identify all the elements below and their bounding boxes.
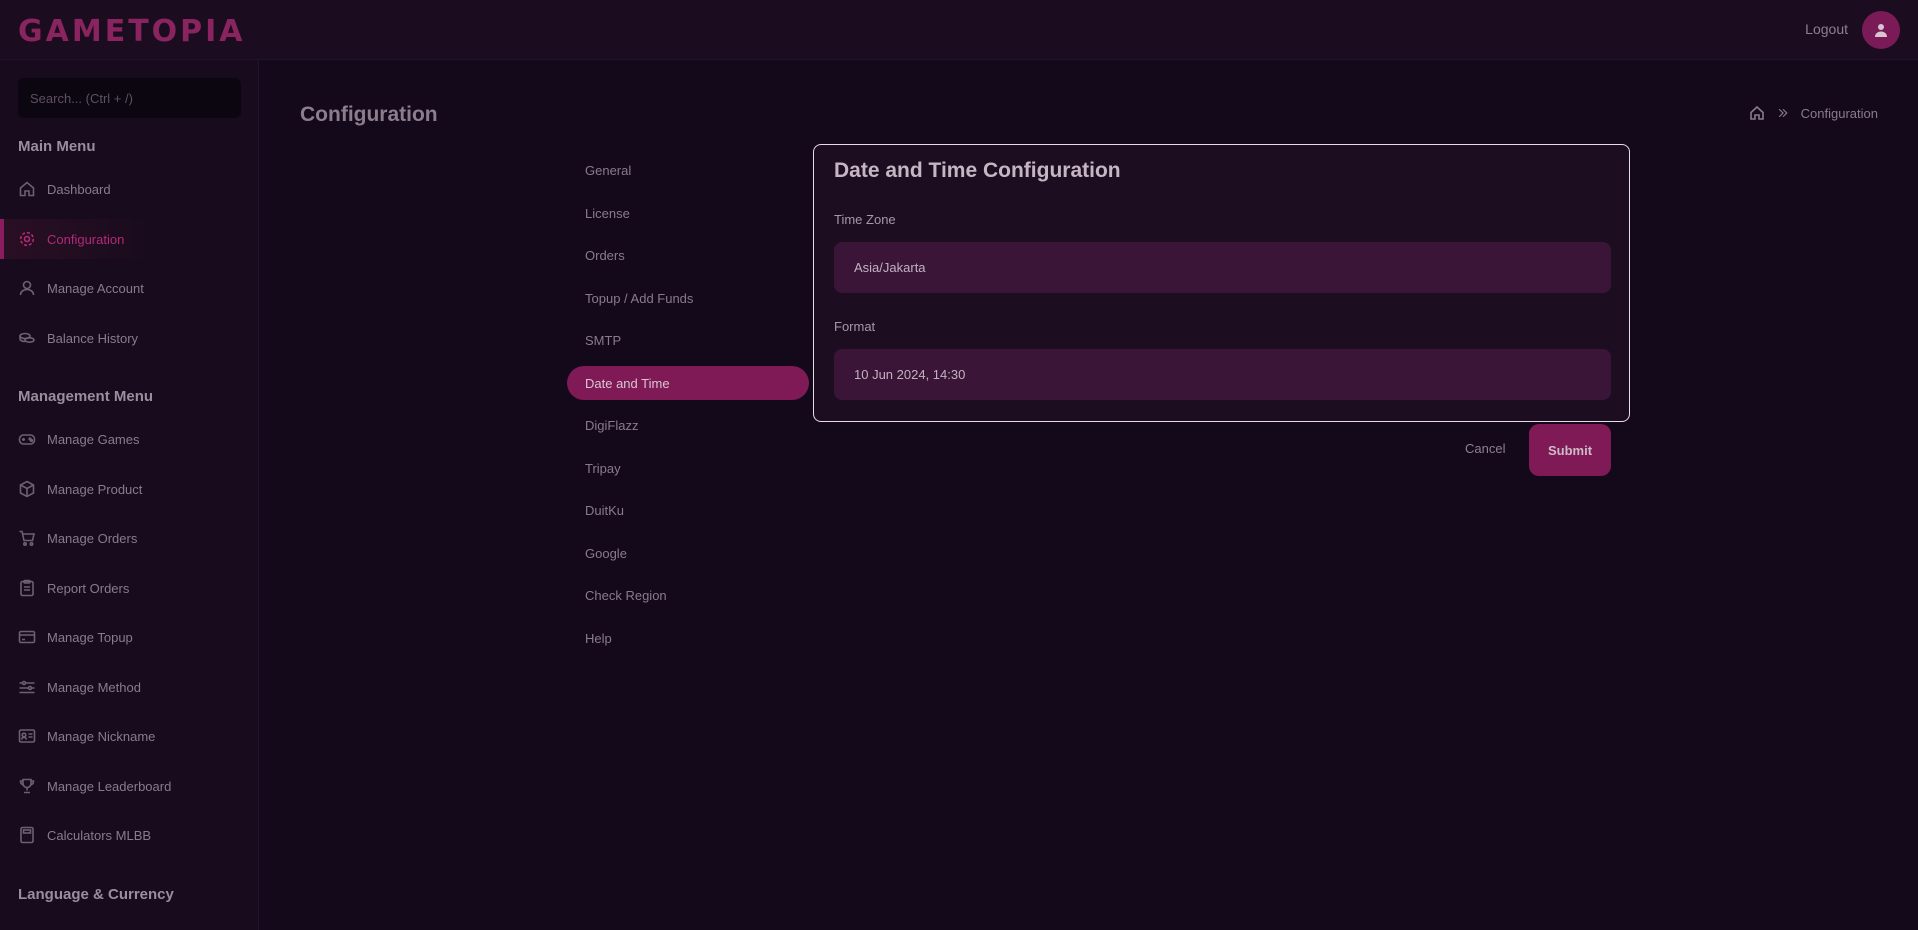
id-card-icon [18, 727, 36, 745]
coins-icon [18, 329, 36, 347]
format-select[interactable]: 10 Jun 2024, 14:30 [834, 349, 1611, 400]
sidebar: Search... (Ctrl + /) Main Menu Dashboard… [0, 60, 259, 930]
config-menu-smtp[interactable]: SMTP [567, 323, 809, 357]
sidebar-item-calculators-mlbb[interactable]: Calculators MLBB [0, 815, 258, 855]
sidebar-item-dashboard[interactable]: Dashboard [0, 169, 258, 209]
sidebar-item-manage-leaderboard[interactable]: Manage Leaderboard [0, 766, 258, 806]
config-menu-check-region[interactable]: Check Region [567, 578, 809, 612]
card-title: Date and Time Configuration [834, 159, 1121, 182]
config-menu-date-and-time[interactable]: Date and Time [567, 366, 809, 400]
language-currency-title: Language & Currency [18, 886, 174, 903]
sidebar-item-label: Configuration [47, 231, 125, 247]
clipboard-icon [18, 579, 36, 597]
sidebar-item-label: Manage Leaderboard [47, 778, 172, 794]
sidebar-item-label: Calculators MLBB [47, 827, 152, 843]
timezone-select[interactable]: Asia/Jakarta [834, 242, 1611, 293]
card-icon [18, 628, 36, 646]
config-menu-digiflazz[interactable]: DigiFlazz [567, 408, 809, 442]
user-icon [1875, 24, 1887, 37]
sidebar-item-label: Manage Product [47, 481, 143, 497]
sidebar-item-manage-method[interactable]: Manage Method [0, 667, 258, 707]
sidebar-item-label: Manage Nickname [47, 728, 156, 744]
breadcrumb: Configuration [1749, 105, 1878, 121]
sidebar-item-label: Manage Games [47, 431, 140, 447]
config-menu-general[interactable]: General [567, 153, 809, 187]
gamepad-icon [18, 430, 36, 448]
sliders-icon [18, 678, 36, 696]
config-menu-duitku[interactable]: DuitKu [567, 493, 809, 527]
sidebar-item-manage-games[interactable]: Manage Games [0, 419, 258, 459]
sidebar-item-label: Balance History [47, 330, 139, 346]
format-label: Format [834, 319, 876, 334]
app-logo[interactable]: GAMETOPIA [18, 14, 246, 49]
home-icon [18, 180, 36, 198]
sidebar-item-manage-topup[interactable]: Manage Topup [0, 617, 258, 657]
config-menu-help[interactable]: Help [567, 621, 809, 655]
avatar[interactable] [1862, 11, 1900, 49]
trophy-icon [18, 777, 36, 795]
config-menu-google[interactable]: Google [567, 536, 809, 570]
cart-icon [18, 529, 36, 547]
top-bar: GAMETOPIA Logout [0, 0, 1918, 60]
gear-icon [18, 230, 36, 248]
logout-link[interactable]: Logout [1805, 21, 1848, 37]
sidebar-item-manage-orders[interactable]: Manage Orders [0, 518, 258, 558]
cancel-button[interactable]: Cancel [1465, 441, 1505, 456]
main-menu-title: Main Menu [18, 138, 96, 155]
sidebar-item-label: Dashboard [47, 181, 111, 197]
sidebar-item-manage-nickname[interactable]: Manage Nickname [0, 716, 258, 756]
sidebar-item-balance-history[interactable]: Balance History [0, 318, 258, 358]
user-icon [18, 279, 36, 297]
calculator-icon [18, 826, 36, 844]
config-menu-orders[interactable]: Orders [567, 238, 809, 272]
breadcrumb-current: Configuration [1800, 105, 1878, 121]
sidebar-item-label: Report Orders [47, 580, 130, 596]
sidebar-item-label: Manage Account [47, 280, 144, 296]
config-menu-license[interactable]: License [567, 196, 809, 230]
sidebar-item-manage-account[interactable]: Manage Account [0, 268, 258, 308]
sidebar-item-manage-product[interactable]: Manage Product [0, 469, 258, 509]
home-icon[interactable] [1749, 105, 1765, 121]
sidebar-item-label: Manage Orders [47, 530, 138, 546]
box-icon [18, 480, 36, 498]
page-title: Configuration [300, 103, 438, 126]
sidebar-item-report-orders[interactable]: Report Orders [0, 568, 258, 608]
search-input[interactable]: Search... (Ctrl + /) [18, 78, 241, 118]
submit-button[interactable]: Submit [1529, 424, 1611, 476]
sidebar-item-label: Manage Method [47, 679, 141, 695]
management-menu-title: Management Menu [18, 388, 154, 405]
sidebar-item-configuration[interactable]: Configuration [0, 219, 258, 259]
config-menu-topup[interactable]: Topup / Add Funds [567, 281, 809, 315]
date-time-config-card: Date and Time Configuration Time Zone As… [813, 144, 1630, 422]
chevrons-right-icon [1778, 108, 1788, 118]
config-menu-tripay[interactable]: Tripay [567, 451, 809, 485]
timezone-label: Time Zone [834, 212, 896, 227]
sidebar-item-label: Manage Topup [47, 629, 133, 645]
